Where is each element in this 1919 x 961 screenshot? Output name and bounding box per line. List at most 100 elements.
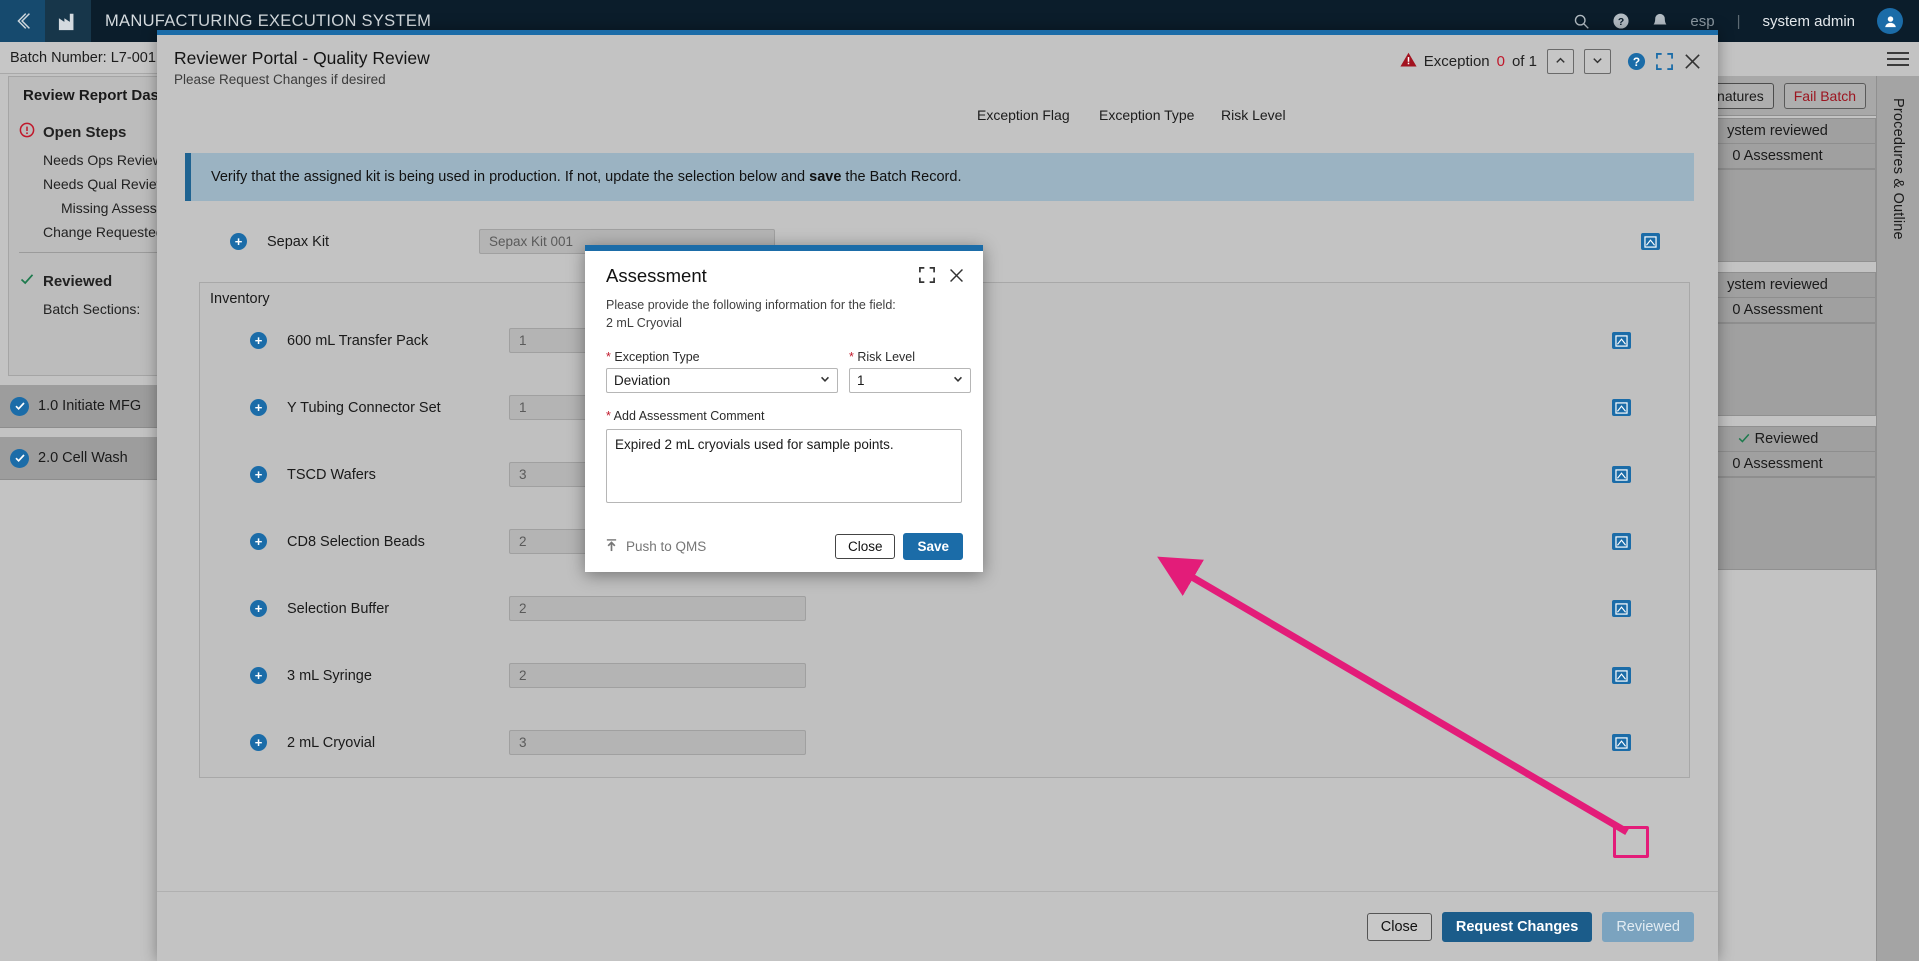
fail-batch-button[interactable]: Fail Batch <box>1783 82 1866 109</box>
exception-type-label: * Exception Type <box>606 350 838 364</box>
plus-circle-icon[interactable]: + <box>250 600 267 617</box>
assessment-close-button[interactable]: Close <box>834 533 896 559</box>
exception-flag-icon[interactable] <box>1612 466 1631 483</box>
item-label: Selection Buffer <box>287 600 390 617</box>
assessment-footer: Push to QMS Close Save <box>585 520 983 572</box>
next-exception-button[interactable] <box>1584 49 1611 74</box>
plus-circle-icon[interactable]: + <box>230 233 247 250</box>
user-avatar-icon[interactable] <box>1877 8 1903 34</box>
request-changes-button[interactable]: Request Changes <box>1441 911 1593 942</box>
locale-selector[interactable]: esp <box>1690 13 1714 30</box>
notice-text-after: the Batch Record. <box>841 169 962 185</box>
assessment-comment-input[interactable] <box>606 429 962 504</box>
description-line-1: Please provide the following information… <box>606 298 896 312</box>
procedures-outline-tab[interactable]: Procedures & Outline <box>1876 76 1919 961</box>
exception-total: of 1 <box>1511 53 1537 70</box>
exception-flag-icon[interactable] <box>1612 399 1631 416</box>
app-title: MANUFACTURING EXECUTION SYSTEM <box>105 11 432 30</box>
topbar-divider: | <box>1736 12 1741 30</box>
open-steps-label: Open Steps <box>43 123 127 141</box>
bell-icon[interactable] <box>1652 12 1668 30</box>
exception-counter: Exception 0 of 1 <box>1400 52 1537 72</box>
upload-icon <box>605 538 618 555</box>
portal-header-controls: Exception 0 of 1 ? <box>1400 49 1702 74</box>
exception-flag-icon[interactable] <box>1612 600 1631 617</box>
sidebar-item-label: 1.0 Initiate MFG <box>38 398 142 414</box>
assessment-comment-label: * Add Assessment Comment <box>606 409 962 423</box>
exception-flag-icon[interactable] <box>1612 667 1631 684</box>
exception-current-index: 0 <box>1496 53 1505 70</box>
table-row: + 2 mL Cryovial 3 <box>200 709 1689 776</box>
review-status-label: Reviewed <box>1754 431 1819 447</box>
chevron-left-icon[interactable] <box>0 0 45 42</box>
exception-flag-icon[interactable] <box>1612 533 1631 550</box>
batch-number-label: Batch Number: L7-001 <box>10 49 156 66</box>
field-label-text: Exception Type <box>614 350 700 365</box>
item-label: 3 mL Syringe <box>287 667 372 684</box>
plus-circle-icon[interactable]: + <box>250 332 267 349</box>
exception-type-field: * Exception Type Deviation <box>606 350 838 394</box>
item-quantity[interactable]: 2 <box>509 663 806 688</box>
close-button[interactable]: Close <box>1366 912 1432 941</box>
reviewed-label: Reviewed <box>43 272 113 290</box>
required-marker: * <box>849 350 854 365</box>
risk-level-label: * Risk Level <box>849 350 971 364</box>
field-label-text: Risk Level <box>857 350 916 365</box>
check-circle-icon <box>10 396 29 416</box>
column-header-risk-level: Risk Level <box>1221 107 1286 123</box>
chevron-down-icon <box>1591 54 1604 70</box>
column-header-exception-flag: Exception Flag <box>977 107 1070 123</box>
search-icon[interactable] <box>1573 13 1590 30</box>
push-to-qms-button[interactable]: Push to QMS <box>605 538 706 555</box>
exception-type-select[interactable]: Deviation <box>606 368 838 394</box>
plus-circle-icon[interactable]: + <box>250 667 267 684</box>
screen-root: Batch Number: L7-001 Review Report Dashb… <box>0 0 1919 961</box>
check-icon <box>19 271 35 291</box>
assessment-description: Please provide the following information… <box>606 296 962 332</box>
column-header-exception-type: Exception Type <box>1099 107 1195 123</box>
assessment-fields-row: * Exception Type Deviation * Risk Level … <box>606 350 971 394</box>
push-to-qms-label: Push to QMS <box>626 538 707 554</box>
required-marker: * <box>606 350 611 365</box>
item-quantity[interactable]: 3 <box>509 730 806 755</box>
required-marker: * <box>606 409 611 424</box>
close-icon[interactable] <box>1683 52 1702 71</box>
notice-text-before: Verify that the assigned kit is being us… <box>211 169 810 185</box>
fullscreen-icon[interactable] <box>1656 53 1673 70</box>
help-circle-icon[interactable]: ? <box>1612 12 1630 30</box>
item-label: Sepax Kit <box>267 233 330 250</box>
check-circle-icon <box>10 448 29 468</box>
item-label: CD8 Selection Beads <box>287 533 425 550</box>
portal-footer: Close Request Changes Reviewed <box>157 891 1718 961</box>
exception-prefix: Exception <box>1423 53 1490 70</box>
sidebar-item-label: 2.0 Cell Wash <box>38 450 128 466</box>
hamburger-icon[interactable] <box>1887 52 1909 66</box>
close-icon[interactable] <box>948 267 965 284</box>
risk-level-field: * Risk Level 1 <box>849 350 971 394</box>
risk-level-select[interactable]: 1 <box>849 368 971 394</box>
page-subtitle: Please Request Changes if desired <box>174 72 386 87</box>
assessment-title: Assessment <box>606 265 707 286</box>
plus-circle-icon[interactable]: + <box>250 399 267 416</box>
highlighted-exception-flag <box>1613 826 1649 858</box>
column-headers: Exception Flag Exception Type Risk Level <box>157 107 1718 139</box>
assessment-save-button[interactable]: Save <box>903 532 963 560</box>
exception-flag-icon[interactable] <box>1612 734 1631 751</box>
portal-header: Reviewer Portal - Quality Review Please … <box>157 35 1718 107</box>
exception-flag-icon[interactable] <box>1641 233 1660 250</box>
field-label-text: Add Assessment Comment <box>613 409 765 424</box>
fullscreen-icon[interactable] <box>919 267 935 283</box>
plus-circle-icon[interactable]: + <box>250 466 267 483</box>
chevron-up-icon <box>1554 54 1567 70</box>
instruction-banner: Verify that the assigned kit is being us… <box>185 153 1694 201</box>
item-label: 2 mL Cryovial <box>287 734 376 751</box>
plus-circle-icon[interactable]: + <box>250 734 267 751</box>
exception-flag-icon[interactable] <box>1612 332 1631 349</box>
plus-circle-icon[interactable]: + <box>250 533 267 550</box>
item-quantity[interactable]: 2 <box>509 596 806 621</box>
user-name-label: system admin <box>1762 12 1855 30</box>
reviewed-button[interactable]: Reviewed <box>1602 911 1694 942</box>
previous-exception-button[interactable] <box>1547 49 1574 74</box>
help-circle-icon[interactable]: ? <box>1627 52 1646 71</box>
warning-triangle-icon <box>1400 52 1417 72</box>
